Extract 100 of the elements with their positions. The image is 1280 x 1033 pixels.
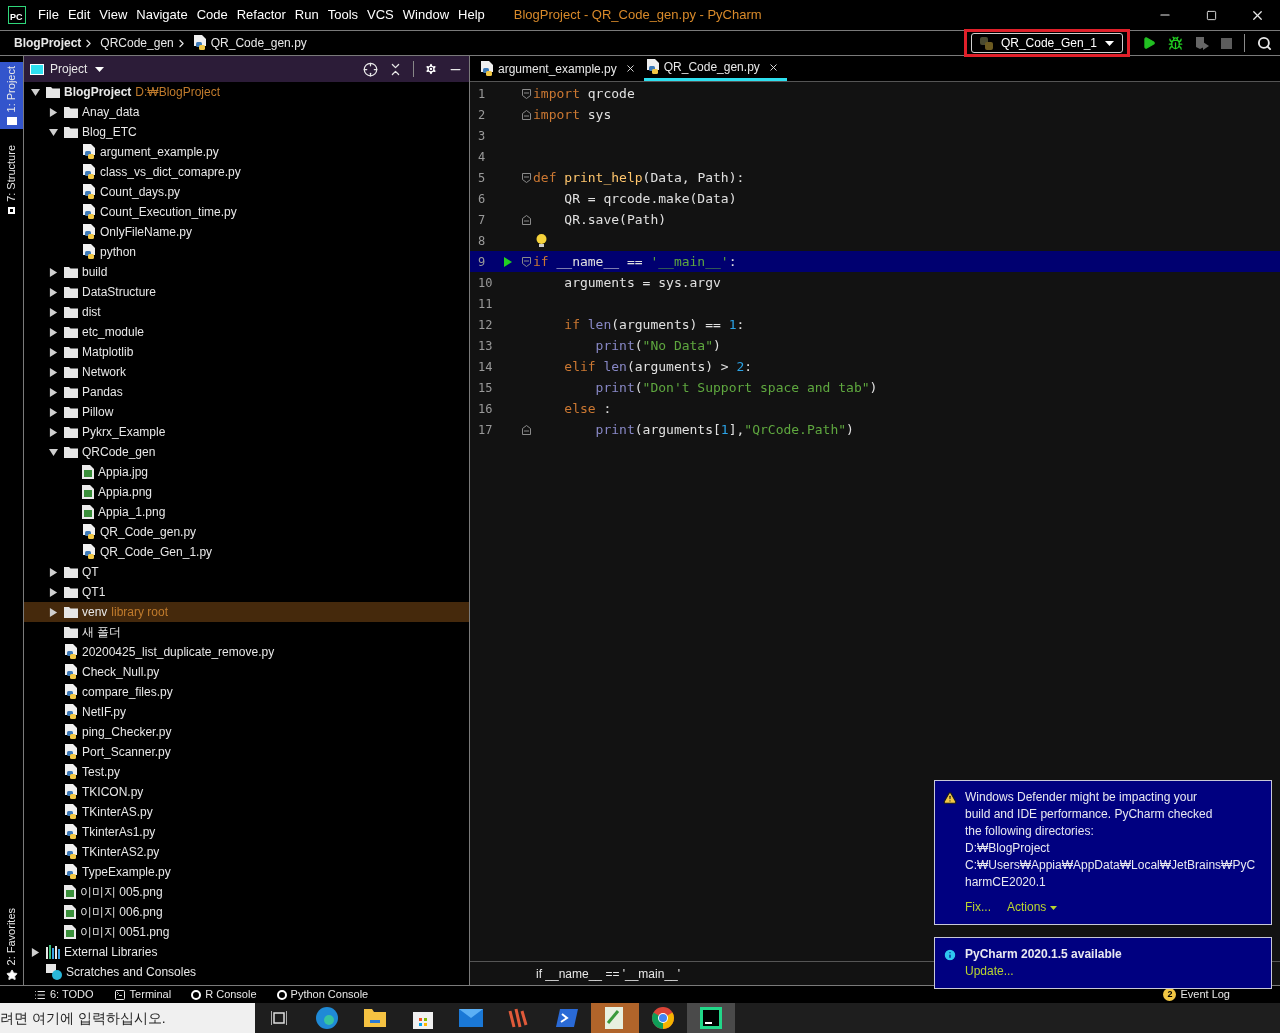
tree-item[interactable]: build <box>24 262 469 282</box>
collapsed-arrow-icon[interactable] <box>48 607 58 617</box>
stop-icon[interactable] <box>1221 37 1232 49</box>
tree-item[interactable]: etc_module <box>24 322 469 342</box>
tree-item[interactable]: dist <box>24 302 469 322</box>
expanded-arrow-icon[interactable] <box>48 127 58 137</box>
run-icon[interactable] <box>1142 36 1156 50</box>
close-tab-icon[interactable] <box>624 63 636 74</box>
tree-item[interactable]: 이미지 0051.png <box>24 922 469 942</box>
collapsed-arrow-icon[interactable] <box>48 427 58 437</box>
dropdown-arrow-icon[interactable] <box>1050 905 1058 910</box>
tool-window-button[interactable]: Python Console <box>290 986 369 1003</box>
code-breadcrumb[interactable]: if __name__ == '__main__' <box>536 964 681 983</box>
tree-item[interactable]: Pillow <box>24 402 469 422</box>
taskbar-search-field[interactable]: 려면 여기에 입력하십시오. <box>0 1003 255 1033</box>
tree-item[interactable]: Appia.jpg <box>24 462 469 482</box>
menu-item[interactable]: File <box>38 5 59 25</box>
breadcrumb-item[interactable]: QRCode_gen <box>100 34 174 52</box>
tool-window-button[interactable]: Terminal <box>129 986 172 1003</box>
menu-item[interactable]: Tools <box>327 5 359 25</box>
tree-item[interactable]: class_vs_dict_comapre.py <box>24 162 469 182</box>
tree-item[interactable]: Pykrx_Example <box>24 422 469 442</box>
tool-window-button[interactable]: R Console <box>205 986 257 1003</box>
tree-item[interactable]: QR_Code_Gen_1.py <box>24 542 469 562</box>
notification-link[interactable]: Actions <box>1007 899 1047 916</box>
collapsed-arrow-icon[interactable] <box>48 107 58 117</box>
tree-item[interactable]: Count_days.py <box>24 182 469 202</box>
debug-icon[interactable] <box>1168 35 1183 51</box>
menu-item[interactable]: Edit <box>67 5 91 25</box>
tree-item[interactable]: External Libraries <box>24 942 469 962</box>
settings-icon[interactable] <box>424 62 438 76</box>
fold-icon[interactable] <box>522 172 531 183</box>
fold-icon[interactable] <box>522 109 531 120</box>
fold-icon[interactable] <box>522 424 531 435</box>
lightbulb-icon[interactable] <box>536 234 547 247</box>
ide-icon[interactable] <box>700 1007 722 1029</box>
tree-item[interactable]: DataStructure <box>24 282 469 302</box>
tree-item[interactable]: Network <box>24 362 469 382</box>
menu-item[interactable]: VCS <box>367 5 394 25</box>
run-gutter-icon[interactable] <box>504 256 512 267</box>
menu-item[interactable]: Refactor <box>236 5 286 25</box>
tree-item[interactable]: TKinterAS2.py <box>24 842 469 862</box>
browser-icon[interactable] <box>316 1007 338 1029</box>
side-tab[interactable]: 7: Structure <box>0 141 23 219</box>
fold-icon[interactable] <box>522 88 531 99</box>
menu-item[interactable]: Navigate <box>136 5 188 25</box>
run-config-dropdown[interactable]: QR_Code_Gen_1 <box>970 33 1123 53</box>
fold-icon[interactable] <box>522 256 531 267</box>
tree-item[interactable]: QT <box>24 562 469 582</box>
tree-item[interactable]: compare_files.py <box>24 682 469 702</box>
menu-item[interactable]: View <box>99 5 128 25</box>
maximize-icon[interactable] <box>1205 9 1217 21</box>
tree-item[interactable]: 이미지 006.png <box>24 902 469 922</box>
folder-icon[interactable] <box>364 1009 386 1027</box>
tree-item[interactable]: QRCode_gen <box>24 442 469 462</box>
close-tab-icon[interactable] <box>767 61 779 73</box>
notepad-icon[interactable] <box>605 1007 625 1029</box>
tree-item[interactable]: Appia.png <box>24 482 469 502</box>
expanded-arrow-icon[interactable] <box>30 87 40 97</box>
side-tab[interactable]: 2: Favorites <box>0 907 23 981</box>
expanded-arrow-icon[interactable] <box>48 447 58 457</box>
tree-item[interactable]: TypeExample.py <box>24 862 469 882</box>
dropdown-arrow-icon[interactable] <box>95 66 105 72</box>
locate-icon[interactable] <box>363 61 378 77</box>
app-icon[interactable] <box>508 1007 530 1029</box>
menu-item[interactable]: Run <box>294 5 319 25</box>
terminal-icon[interactable] <box>556 1009 578 1027</box>
side-tab[interactable]: 1: Project <box>0 62 23 130</box>
breadcrumb-item[interactable]: BlogProject <box>14 34 82 52</box>
menu-item[interactable]: Window <box>402 5 450 25</box>
collapsed-arrow-icon[interactable] <box>48 327 58 337</box>
collapsed-arrow-icon[interactable] <box>48 267 58 277</box>
collapsed-arrow-icon[interactable] <box>48 287 58 297</box>
tree-item[interactable]: python <box>24 242 469 262</box>
tree-item[interactable]: Port_Scanner.py <box>24 742 469 762</box>
tool-window-button[interactable]: 6: TODO <box>50 986 94 1003</box>
search-icon[interactable] <box>1257 35 1272 51</box>
tree-item[interactable]: Blog_ETC <box>24 122 469 142</box>
tree-item[interactable]: BlogProject D:₩BlogProject <box>24 82 469 102</box>
tree-item[interactable]: ping_Checker.py <box>24 722 469 742</box>
tree-item[interactable]: QR_Code_gen.py <box>24 522 469 542</box>
tree-item[interactable]: Test.py <box>24 762 469 782</box>
notification-link[interactable]: Fix... <box>965 899 991 916</box>
tree-item[interactable]: venv library root <box>24 602 469 622</box>
tree-item[interactable]: Anay_data <box>24 102 469 122</box>
editor-tab[interactable]: argument_example.py <box>478 56 644 81</box>
notification-link[interactable]: Update... <box>965 963 1014 980</box>
tree-item[interactable]: Pandas <box>24 382 469 402</box>
collapsed-arrow-icon[interactable] <box>48 367 58 377</box>
tree-item[interactable]: Scratches and Consoles <box>24 962 469 982</box>
collapsed-arrow-icon[interactable] <box>48 567 58 577</box>
collapsed-arrow-icon[interactable] <box>48 347 58 357</box>
tree-item[interactable]: 이미지 005.png <box>24 882 469 902</box>
tree-item[interactable]: QT1 <box>24 582 469 602</box>
tree-item[interactable]: TKinterAS.py <box>24 802 469 822</box>
panel-title[interactable]: Project <box>50 60 88 78</box>
breadcrumb-item[interactable]: QR_Code_gen.py <box>210 34 307 52</box>
tree-item[interactable]: Appia_1.png <box>24 502 469 522</box>
collapsed-arrow-icon[interactable] <box>48 587 58 597</box>
tree-item[interactable]: argument_example.py <box>24 142 469 162</box>
